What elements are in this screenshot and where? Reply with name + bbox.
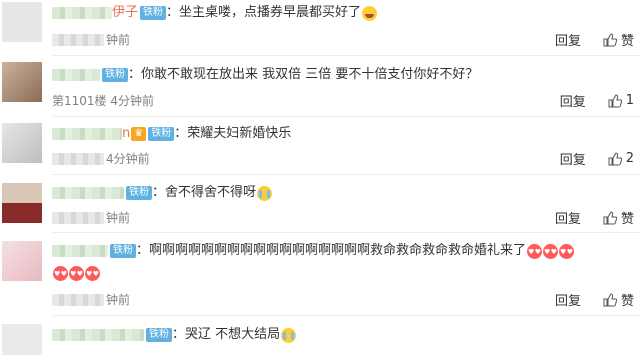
heart-eyes-emoji-icon xyxy=(527,243,543,261)
like-button[interactable]: 1 xyxy=(608,93,634,108)
vip-badge: ♛ xyxy=(131,127,147,141)
like-count: 赞 xyxy=(620,34,634,49)
thumbs-up-icon xyxy=(603,32,617,46)
crying-emoji-icon xyxy=(281,327,297,343)
crying-emoji-icon xyxy=(257,185,273,201)
like-count: 赞 xyxy=(620,212,634,227)
heart-eyes-emoji-icon xyxy=(53,265,68,283)
floor-blurred xyxy=(52,293,104,306)
user-name-blurred[interactable] xyxy=(52,187,124,199)
reply-button[interactable]: 回复 xyxy=(555,290,581,309)
heart-eyes-emoji-icon xyxy=(559,243,575,261)
avatar[interactable] xyxy=(2,123,42,163)
floor-blurred xyxy=(52,152,104,165)
comment-text: ：坐主桌喽，点播券早晨都买好了 xyxy=(166,5,362,20)
comment-time: 钟前 xyxy=(106,211,131,225)
user-name-blurred[interactable] xyxy=(52,128,122,140)
user-name-tail[interactable]: 伊子 xyxy=(112,4,138,22)
thumbs-up-icon xyxy=(608,151,622,165)
user-name-blurred[interactable] xyxy=(52,7,112,19)
like-button[interactable]: 赞 xyxy=(603,290,634,309)
avatar[interactable] xyxy=(2,183,42,223)
reply-button[interactable]: 回复 xyxy=(560,91,586,110)
avatar[interactable] xyxy=(2,62,42,102)
thumbs-up-icon xyxy=(603,292,617,306)
comment-text: ：舍不得舍不得呀 xyxy=(152,185,257,200)
comment-text: ：你敢不敢现在放出来 我双倍 三倍 要不十倍支付你好不好？ xyxy=(128,67,479,82)
heart-eyes-emoji-icon xyxy=(543,243,559,261)
user-name-blurred[interactable] xyxy=(52,69,100,81)
comment-item: 铁粉 ：啊啊啊啊啊啊啊啊啊啊啊啊啊啊啊啊啊救命救命救命救命婚礼来了 钟前 回复 … xyxy=(0,233,640,315)
thumbs-up-icon xyxy=(608,93,622,107)
avatar[interactable] xyxy=(2,2,42,42)
thumbs-up-icon xyxy=(603,210,617,224)
comment-item: n ♛ 铁粉 ：荣耀夫妇新婚快乐 4分钟前 回复 2 xyxy=(0,117,640,174)
like-count: 2 xyxy=(625,151,634,166)
like-button[interactable]: 赞 xyxy=(603,208,634,227)
comment-text: ：荣耀夫妇新婚快乐 xyxy=(174,126,292,141)
like-button[interactable]: 赞 xyxy=(603,30,634,49)
heart-eyes-emoji-icon xyxy=(69,265,84,283)
comment-time: 第1101楼 4分钟前 xyxy=(52,94,154,108)
comment-item: 铁粉 ：舍不得舍不得呀 钟前 回复 赞 xyxy=(0,175,640,232)
user-name-blurred[interactable] xyxy=(52,329,144,341)
like-button[interactable]: 2 xyxy=(608,151,634,166)
fan-badge: 铁粉 xyxy=(146,328,172,342)
comment-item: 铁粉 ：哭辽 不想大结局 xyxy=(0,316,640,355)
fan-badge: 铁粉 xyxy=(148,127,175,141)
reply-button[interactable]: 回复 xyxy=(555,30,581,49)
like-count: 1 xyxy=(625,93,634,108)
fan-badge: 铁粉 xyxy=(102,68,128,82)
floor-blurred xyxy=(52,211,104,224)
fan-badge: 铁粉 xyxy=(110,244,136,258)
heart-eyes-emoji-icon xyxy=(85,265,100,283)
avatar[interactable] xyxy=(2,241,42,281)
fan-badge: 铁粉 xyxy=(126,186,152,200)
fan-badge: 铁粉 xyxy=(140,6,167,20)
user-name-tail[interactable]: n xyxy=(122,125,130,143)
avatar[interactable] xyxy=(2,324,42,355)
comment-item: 铁粉 ：你敢不敢现在放出来 我双倍 三倍 要不十倍支付你好不好？ 第1101楼 … xyxy=(0,56,640,116)
comment-time: 4分钟前 xyxy=(106,152,150,166)
comment-item: 伊子 铁粉 ：坐主桌喽，点播券早晨都买好了 钟前 回复 赞 xyxy=(0,0,640,55)
comment-text: ：哭辽 不想大结局 xyxy=(172,327,281,342)
reply-button[interactable]: 回复 xyxy=(555,208,581,227)
comment-time: 钟前 xyxy=(106,293,131,307)
user-name-blurred[interactable] xyxy=(52,245,108,257)
comment-time: 钟前 xyxy=(106,33,131,47)
laugh-emoji-icon xyxy=(362,5,378,21)
floor-blurred xyxy=(52,33,104,46)
like-count: 赞 xyxy=(620,294,634,309)
reply-button[interactable]: 回复 xyxy=(560,149,586,168)
comment-text: ：啊啊啊啊啊啊啊啊啊啊啊啊啊啊啊啊啊救命救命救命救命婚礼来了 xyxy=(136,243,527,258)
